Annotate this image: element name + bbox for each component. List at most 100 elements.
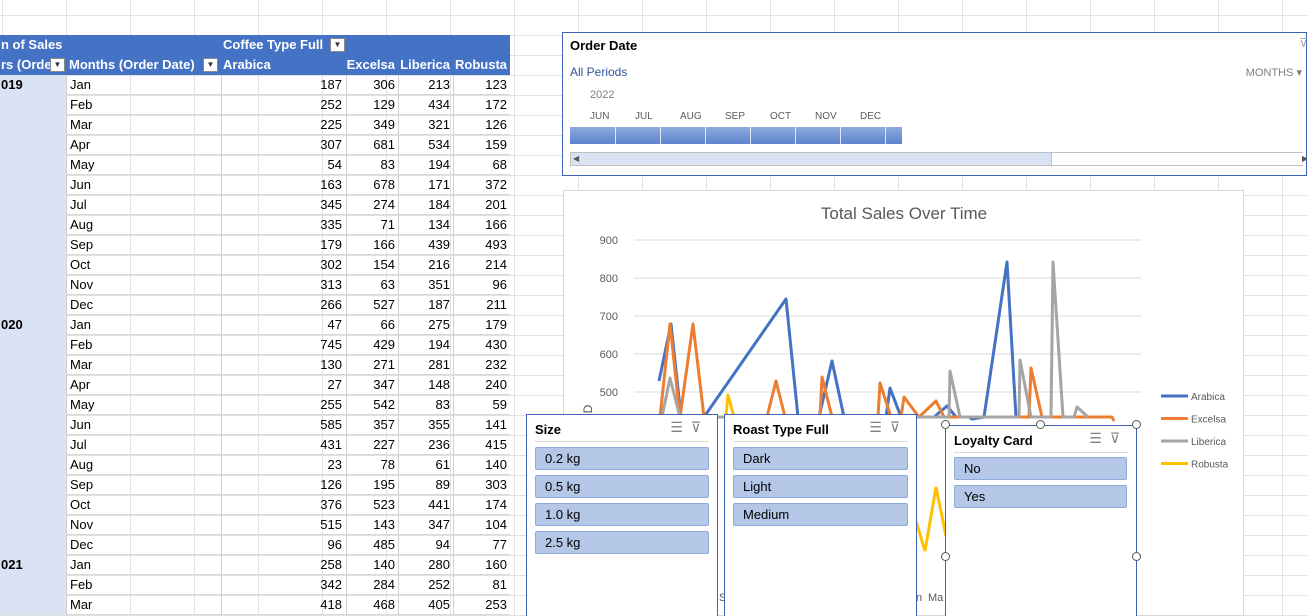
liberica-value-cell[interactable]: 194 (398, 335, 453, 355)
robusta-value-cell[interactable]: 430 (453, 335, 510, 355)
clear-filter-icon[interactable]: ⊽ (890, 419, 908, 435)
robusta-value-cell[interactable]: 141 (453, 415, 510, 435)
excelsa-value-cell[interactable]: 83 (346, 155, 398, 175)
year-cell[interactable] (0, 435, 66, 455)
series-line-arabica[interactable] (657, 260, 1018, 421)
excelsa-value-cell[interactable]: 66 (346, 315, 398, 335)
robusta-value-cell[interactable]: 123 (453, 75, 510, 95)
resize-handle[interactable] (1132, 420, 1141, 429)
month-cell[interactable]: Nov (66, 515, 221, 535)
robusta-value-cell[interactable]: 372 (453, 175, 510, 195)
robusta-value-cell[interactable]: 104 (453, 515, 510, 535)
excelsa-value-cell[interactable]: 527 (346, 295, 398, 315)
excelsa-value-cell[interactable]: 523 (346, 495, 398, 515)
arabica-value-cell[interactable]: 126 (221, 475, 346, 495)
liberica-value-cell[interactable]: 216 (398, 255, 453, 275)
excelsa-value-cell[interactable]: 154 (346, 255, 398, 275)
arabica-value-cell[interactable]: 179 (221, 235, 346, 255)
liberica-value-cell[interactable]: 171 (398, 175, 453, 195)
robusta-value-cell[interactable]: 174 (453, 495, 510, 515)
liberica-value-cell[interactable]: 280 (398, 555, 453, 575)
robusta-value-cell[interactable]: 303 (453, 475, 510, 495)
year-cell[interactable] (0, 475, 66, 495)
excelsa-value-cell[interactable]: 485 (346, 535, 398, 555)
month-cell[interactable]: Aug (66, 215, 221, 235)
arabica-value-cell[interactable]: 252 (221, 95, 346, 115)
robusta-value-cell[interactable]: 201 (453, 195, 510, 215)
liberica-value-cell[interactable]: 134 (398, 215, 453, 235)
month-cell[interactable]: Jun (66, 415, 221, 435)
excelsa-value-cell[interactable]: 347 (346, 375, 398, 395)
liberica-value-cell[interactable]: 236 (398, 435, 453, 455)
robusta-value-cell[interactable]: 415 (453, 435, 510, 455)
month-cell[interactable]: Apr (66, 375, 221, 395)
year-cell[interactable] (0, 235, 66, 255)
month-cell[interactable]: Jan (66, 315, 221, 335)
slicer-item[interactable]: No (954, 457, 1127, 480)
liberica-value-cell[interactable]: 434 (398, 95, 453, 115)
arabica-value-cell[interactable]: 163 (221, 175, 346, 195)
year-cell[interactable] (0, 415, 66, 435)
arabica-value-cell[interactable]: 130 (221, 355, 346, 375)
month-cell[interactable]: Jan (66, 555, 221, 575)
year-cell[interactable] (0, 135, 66, 155)
month-cell[interactable]: Dec (66, 295, 221, 315)
month-cell[interactable]: Dec (66, 535, 221, 555)
robusta-value-cell[interactable]: 159 (453, 135, 510, 155)
year-cell[interactable] (0, 355, 66, 375)
month-cell[interactable]: Feb (66, 95, 221, 115)
excelsa-value-cell[interactable]: 143 (346, 515, 398, 535)
year-cell[interactable] (0, 175, 66, 195)
year-cell[interactable] (0, 455, 66, 475)
year-cell[interactable] (0, 95, 66, 115)
robusta-value-cell[interactable]: 240 (453, 375, 510, 395)
arabica-value-cell[interactable]: 47 (221, 315, 346, 335)
excelsa-value-cell[interactable]: 140 (346, 555, 398, 575)
robusta-value-cell[interactable]: 160 (453, 555, 510, 575)
robusta-value-cell[interactable]: 493 (453, 235, 510, 255)
liberica-value-cell[interactable]: 61 (398, 455, 453, 475)
loyalty-card-slicer[interactable]: Loyalty Card ☰⊽ No Yes (945, 425, 1137, 616)
month-cell[interactable]: Jul (66, 435, 221, 455)
month-cell[interactable]: Sep (66, 235, 221, 255)
arabica-value-cell[interactable]: 258 (221, 555, 346, 575)
timeline-month-label[interactable]: NOV (815, 111, 837, 122)
year-cell[interactable]: 021 (0, 555, 66, 575)
series-line-liberica[interactable] (660, 260, 1090, 419)
year-cell[interactable] (0, 375, 66, 395)
liberica-value-cell[interactable]: 439 (398, 235, 453, 255)
arabica-value-cell[interactable]: 302 (221, 255, 346, 275)
arabica-value-cell[interactable]: 23 (221, 455, 346, 475)
arabica-value-cell[interactable]: 418 (221, 595, 346, 615)
year-cell[interactable] (0, 195, 66, 215)
robusta-value-cell[interactable]: 68 (453, 155, 510, 175)
month-cell[interactable]: Oct (66, 495, 221, 515)
clear-filter-icon[interactable]: ⊽ (691, 419, 709, 435)
excelsa-value-cell[interactable]: 274 (346, 195, 398, 215)
month-cell[interactable]: Aug (66, 455, 221, 475)
excelsa-value-cell[interactable]: 542 (346, 395, 398, 415)
liberica-value-cell[interactable]: 405 (398, 595, 453, 615)
month-cell[interactable]: May (66, 155, 221, 175)
excelsa-value-cell[interactable]: 678 (346, 175, 398, 195)
order-date-timeline[interactable]: Order Date ⊽ All Periods MONTHS ▾ 2022 J… (562, 32, 1307, 176)
month-cell[interactable]: Mar (66, 355, 221, 375)
year-cell[interactable] (0, 395, 66, 415)
slicer-item[interactable]: Yes (954, 485, 1127, 508)
timeline-month-label[interactable]: AUG (680, 111, 702, 122)
multi-select-icon[interactable]: ☰ (1089, 430, 1110, 446)
excelsa-value-cell[interactable]: 681 (346, 135, 398, 155)
scroll-left-icon[interactable]: ◀ (573, 154, 579, 163)
timeline-scroll-thumb[interactable] (1051, 153, 1303, 165)
slicer-item[interactable]: Medium (733, 503, 908, 526)
month-cell[interactable]: Jun (66, 175, 221, 195)
liberica-value-cell[interactable]: 534 (398, 135, 453, 155)
year-cell[interactable]: 020 (0, 315, 66, 335)
excelsa-value-cell[interactable]: 271 (346, 355, 398, 375)
month-cell[interactable]: Apr (66, 135, 221, 155)
year-cell[interactable] (0, 115, 66, 135)
liberica-value-cell[interactable]: 148 (398, 375, 453, 395)
arabica-value-cell[interactable]: 335 (221, 215, 346, 235)
robusta-value-cell[interactable]: 96 (453, 275, 510, 295)
timeline-month-label[interactable]: DEC (860, 111, 881, 122)
